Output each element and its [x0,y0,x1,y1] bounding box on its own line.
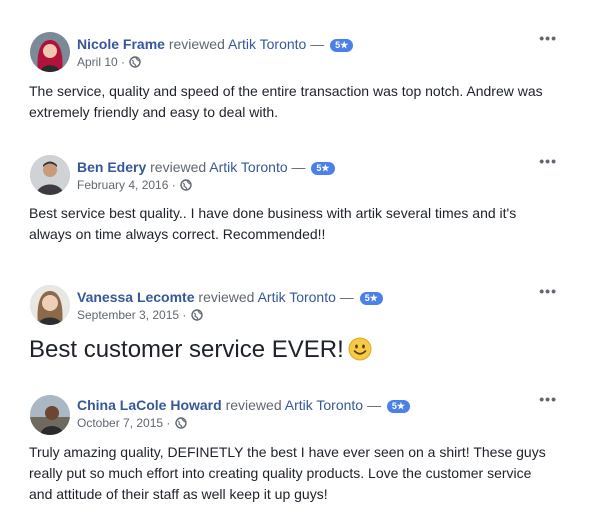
review-meta: October 7, 2015 · [77,415,187,433]
rating-badge: 5★ [386,400,410,413]
rating-badge: 5★ [330,39,354,52]
review-meta: September 3, 2015 · [77,307,203,325]
author-name-link[interactable]: Vanessa Lecomte [77,289,195,305]
more-options-icon[interactable]: ••• [539,153,557,169]
review-verb: reviewed [168,36,225,52]
avatar[interactable] [30,32,70,72]
globe-icon[interactable] [180,179,192,195]
review-verb: reviewed [198,289,255,305]
meta-separator: · [182,308,187,322]
avatar[interactable] [30,395,70,435]
more-options-icon[interactable]: ••• [539,30,557,46]
meta-separator: · [121,55,126,69]
review-date-link[interactable]: October 7, 2015 [77,416,163,430]
review-header: Nicole Frame reviewed Artik Toronto — 5★ [77,35,354,53]
author-name-link[interactable]: Nicole Frame [77,36,165,52]
rating-badge: 5★ [311,162,335,175]
review-text: Truly amazing quality, DEFINETLY the bes… [29,444,546,502]
globe-icon[interactable] [191,309,203,325]
page-name-link[interactable]: Artik Toronto [285,397,363,413]
review-meta: April 10 · [77,54,142,72]
separator-dash: — [310,36,325,52]
review-text: Best customer service EVER! [29,336,344,363]
review-text: The service, quality and speed of the en… [29,83,543,120]
author-name-link[interactable]: Ben Edery [77,159,146,175]
review-date-link[interactable]: September 3, 2015 [77,308,179,322]
meta-separator: · [171,178,176,192]
review-text-block: Best customer service EVER! [29,335,569,369]
globe-icon[interactable] [129,56,142,72]
more-options-icon[interactable]: ••• [539,391,557,407]
review-header: Ben Edery reviewed Artik Toronto — 5★ [77,158,335,176]
rating-badge: 5★ [359,292,383,305]
review-date-link[interactable]: February 4, 2016 [77,178,168,192]
more-options-icon[interactable]: ••• [539,283,557,299]
review-verb: reviewed [225,397,282,413]
review-header: China LaCole Howard reviewed Artik Toron… [77,396,410,414]
author-name-link[interactable]: China LaCole Howard [77,397,222,413]
review-header: Vanessa Lecomte reviewed Artik Toronto —… [77,288,383,306]
avatar[interactable] [30,155,70,195]
globe-icon[interactable] [175,417,187,433]
review-text: Best service best quality.. I have done … [29,205,517,242]
review-verb: reviewed [150,159,207,175]
page-name-link[interactable]: Artik Toronto [209,159,287,175]
meta-separator: · [166,416,171,430]
review-date-link[interactable]: April 10 [77,55,118,69]
review-meta: February 4, 2016 · [77,177,192,195]
page-name-link[interactable]: Artik Toronto [258,289,336,305]
separator-dash: — [339,289,354,305]
avatar[interactable] [30,285,70,325]
page-name-link[interactable]: Artik Toronto [228,36,306,52]
smiley-face-icon [348,337,372,369]
separator-dash: — [291,159,306,175]
separator-dash: — [366,397,381,413]
